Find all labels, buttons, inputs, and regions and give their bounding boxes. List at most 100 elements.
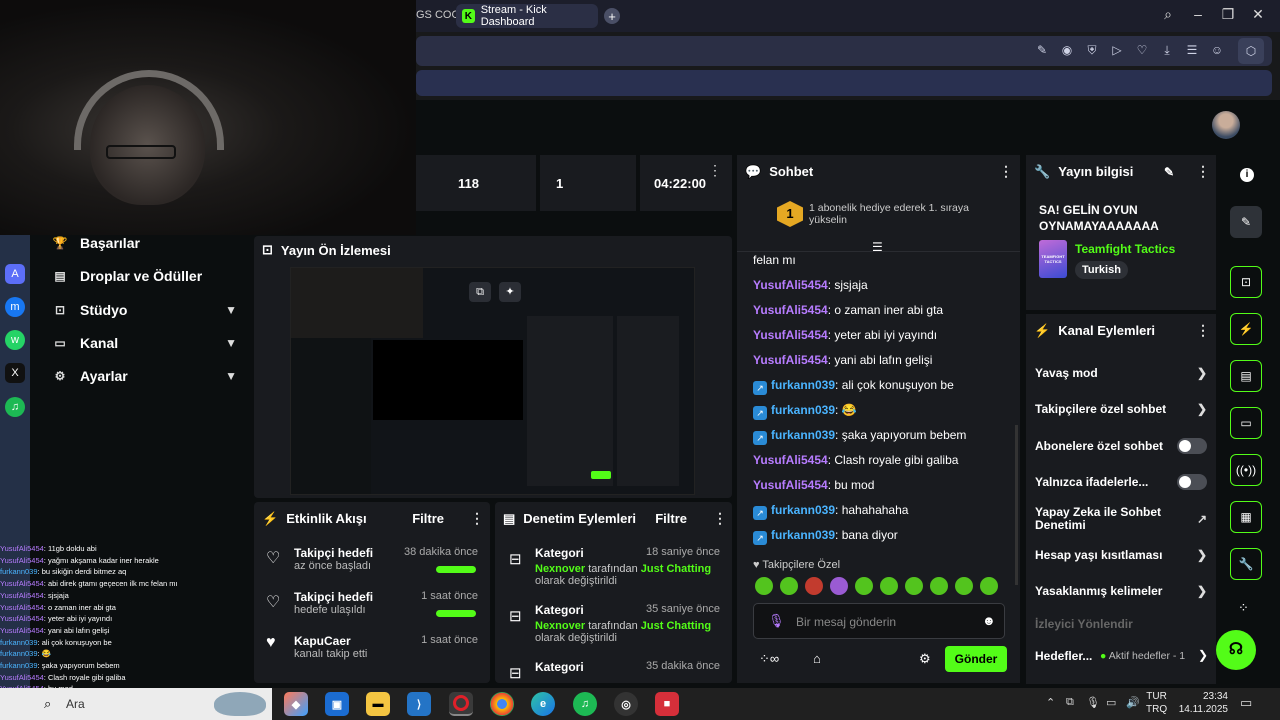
- moderation-filter-button[interactable]: Filtre: [655, 511, 687, 526]
- profile-icon[interactable]: ☺: [1209, 43, 1225, 59]
- action-slow-mode[interactable]: Yavaş mod ❯: [1035, 366, 1207, 380]
- tray-chevron-icon[interactable]: ⌃: [1046, 696, 1055, 709]
- rail-edit-button[interactable]: ✎: [1230, 206, 1262, 238]
- edge-app-icon[interactable]: e: [531, 692, 555, 716]
- play-icon[interactable]: ▷: [1109, 43, 1125, 59]
- spotify-app-icon[interactable]: ♫: [573, 692, 597, 716]
- activity-more-icon[interactable]: ⋮: [470, 510, 484, 527]
- explorer-app-icon[interactable]: ▬: [366, 692, 390, 716]
- game-app-icon[interactable]: ■: [655, 692, 679, 716]
- help-button[interactable]: ☊: [1216, 630, 1256, 670]
- chat-username[interactable]: YusufAli5454: [753, 453, 828, 467]
- camera-icon[interactable]: ◉: [1059, 43, 1075, 59]
- sidebar-item-studio[interactable]: ⊡ Stüdyo ▼: [52, 302, 237, 318]
- send-button[interactable]: Gönder: [945, 646, 1007, 672]
- tab-partial[interactable]: GS COG: [416, 9, 460, 21]
- new-tab-button[interactable]: +: [604, 8, 620, 24]
- tray-mic-icon[interactable]: 🎙: [1086, 696, 1100, 709]
- action-followers-only[interactable]: Takipçilere özel sohbet ❯: [1035, 402, 1207, 416]
- emote-icon[interactable]: [855, 577, 873, 595]
- chevron-right-icon[interactable]: ❯: [1198, 648, 1208, 662]
- emote-icon[interactable]: [830, 577, 848, 595]
- chat-username[interactable]: furkann039: [771, 378, 835, 392]
- chat-settings-icon[interactable]: ⚙: [919, 651, 931, 667]
- chat-username[interactable]: YusufAli5454: [753, 278, 828, 292]
- language-indicator[interactable]: TUR TRQ: [1146, 690, 1167, 716]
- emote-icon[interactable]: [980, 577, 998, 595]
- rail-chat-button[interactable]: ▭: [1230, 407, 1262, 439]
- action-account-age[interactable]: Hesap yaşı kısıtlaması ❯: [1035, 548, 1207, 562]
- chat-username[interactable]: furkann039: [771, 503, 835, 517]
- sidebar-item-drops[interactable]: ▤ Droplar ve Ödüller: [52, 268, 237, 284]
- rail-actions-button[interactable]: ⚡: [1230, 313, 1262, 345]
- stream-preview-video[interactable]: ⧉ ✦: [290, 267, 695, 495]
- action-ai-moderation[interactable]: Yapay Zeka ile Sohbet Denetimi ↗: [1035, 506, 1207, 532]
- x-app-icon[interactable]: X: [5, 363, 25, 383]
- spotify-app-icon[interactable]: ♫: [5, 397, 25, 417]
- stats-more-icon[interactable]: ⋮: [708, 162, 722, 179]
- goals-label[interactable]: Hedefler...: [1035, 649, 1092, 663]
- rail-preview-button[interactable]: ⊡: [1230, 266, 1262, 298]
- nodes-icon[interactable]: ⁘: [1238, 600, 1249, 616]
- clock[interactable]: 23:34 14.11.2025: [1172, 690, 1228, 716]
- minimize-icon[interactable]: –: [1188, 6, 1208, 22]
- chat-username[interactable]: YusufAli5454: [753, 328, 828, 342]
- moderation-more-icon[interactable]: ⋮: [713, 510, 727, 527]
- notification-icon[interactable]: ▭: [1240, 695, 1252, 711]
- tab-kick-dashboard[interactable]: K Stream - Kick Dashboard: [456, 4, 598, 28]
- heart-icon[interactable]: ♡: [1134, 43, 1150, 59]
- edit-icon[interactable]: ✎: [1034, 43, 1050, 59]
- emote-icon[interactable]: [955, 577, 973, 595]
- chat-username[interactable]: YusufAli5454: [753, 303, 828, 317]
- chat-username[interactable]: YusufAli5454: [753, 353, 828, 367]
- whatsapp-app-icon[interactable]: w: [5, 330, 25, 350]
- emote-icon[interactable]: [905, 577, 923, 595]
- moderation-user[interactable]: Nexnover: [535, 563, 585, 575]
- tray-volume-icon[interactable]: 🔊: [1126, 696, 1140, 709]
- mic-icon[interactable]: 🎙: [768, 613, 785, 629]
- menu-icon[interactable]: ☰: [1184, 43, 1200, 59]
- shield-icon[interactable]: ⛨: [1084, 43, 1100, 59]
- emote-icon[interactable]: [755, 577, 773, 595]
- chrome-app-icon[interactable]: [490, 692, 514, 716]
- close-icon[interactable]: ✕: [1248, 6, 1268, 23]
- obs-app-icon[interactable]: ◎: [614, 692, 638, 716]
- download-icon[interactable]: ⤓: [1159, 43, 1175, 59]
- edit-pencil-icon[interactable]: ✎: [1164, 165, 1174, 179]
- subscribers-only-toggle[interactable]: [1177, 438, 1207, 454]
- chat-username[interactable]: furkann039: [771, 428, 835, 442]
- vscode-app-icon[interactable]: ⟩: [407, 692, 431, 716]
- activity-filter-button[interactable]: Filtre: [412, 511, 444, 526]
- game-link[interactable]: Teamfight Tactics: [1075, 242, 1175, 256]
- pip-icon[interactable]: ⧉: [469, 282, 491, 302]
- search-icon[interactable]: ⌕: [1158, 6, 1178, 23]
- aria-app-icon[interactable]: A: [5, 264, 25, 284]
- info-more-icon[interactable]: ⋮: [1196, 163, 1210, 180]
- chat-scrollbar[interactable]: [1015, 425, 1018, 585]
- emote-icon[interactable]: [805, 577, 823, 595]
- messenger-app-icon[interactable]: m: [5, 297, 25, 317]
- extension-icon[interactable]: ⬡: [1238, 38, 1264, 64]
- points-icon[interactable]: ⁘∞: [759, 651, 779, 667]
- restore-icon[interactable]: ❐: [1218, 6, 1238, 23]
- opera-app-icon[interactable]: [449, 692, 473, 716]
- emote-icon[interactable]: [780, 577, 798, 595]
- tray-battery-icon[interactable]: ▭: [1106, 696, 1116, 709]
- game-cover-art[interactable]: TEAMFIGHT TACTICS: [1039, 240, 1067, 278]
- store-app-icon[interactable]: ▣: [325, 692, 349, 716]
- moderation-user[interactable]: Nexnover: [535, 620, 585, 632]
- chat-username[interactable]: YusufAli5454: [753, 478, 828, 492]
- chat-more-icon[interactable]: ⋮: [999, 163, 1013, 180]
- copilot-app-icon[interactable]: ◆: [284, 692, 308, 716]
- emoji-icon[interactable]: ☻: [982, 613, 996, 628]
- taskbar-search-box[interactable]: ⌕ Ara: [0, 688, 272, 720]
- tray-device-icon[interactable]: ⧉: [1066, 696, 1074, 709]
- store-icon[interactable]: ⌂: [813, 651, 821, 666]
- user-avatar[interactable]: [1212, 111, 1240, 139]
- chat-username[interactable]: furkann039: [771, 403, 835, 417]
- chat-input[interactable]: 🎙 Bir mesaj gönderin ☻: [753, 603, 1005, 639]
- actions-more-icon[interactable]: ⋮: [1196, 322, 1210, 339]
- rail-broadcast-button[interactable]: ((•)): [1230, 454, 1262, 486]
- sidebar-item-channel[interactable]: ▭ Kanal ▼: [52, 335, 237, 351]
- chat-username[interactable]: furkann039: [771, 528, 835, 542]
